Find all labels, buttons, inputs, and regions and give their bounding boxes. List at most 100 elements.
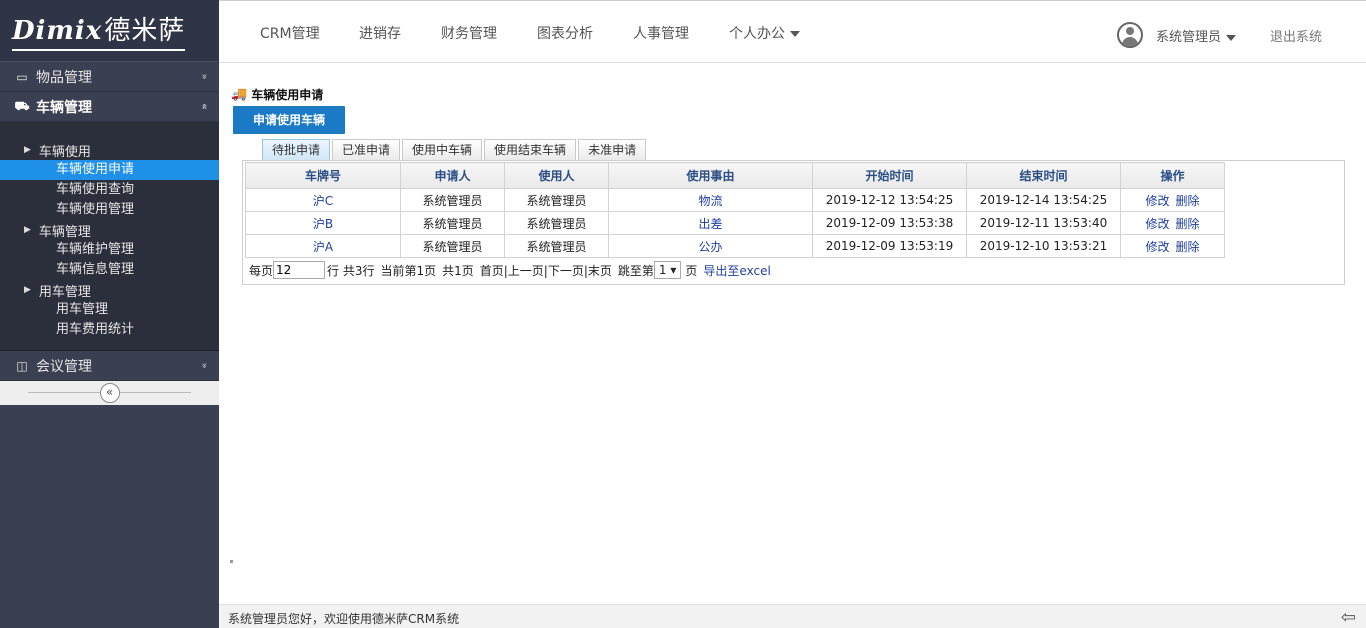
page-unit: 页 xyxy=(685,263,698,278)
menu-group-vehicles: ⛟ 车辆管理 « ▶ 车辆使用 车辆使用申请 车辆使用查询 车辆使用管理 ▶ 车… xyxy=(0,92,219,351)
nav-personal-office-label: 个人办公 xyxy=(729,26,785,42)
nav-charts[interactable]: 图表分析 xyxy=(537,23,593,43)
column-header[interactable]: 开始时间 xyxy=(812,162,967,189)
plate-cell[interactable]: 沪B xyxy=(245,211,401,235)
plate-cell[interactable]: 沪C xyxy=(245,188,401,212)
edit-link[interactable]: 修改 xyxy=(1145,240,1169,254)
menu-group-items: ▭ 物品管理 » xyxy=(0,62,219,92)
applicant-cell: 系统管理员 xyxy=(400,211,505,235)
export-excel-link[interactable]: 导出至excel xyxy=(703,262,770,279)
nav-personal-office[interactable]: 个人办公 xyxy=(729,23,800,43)
sub-head-vehicle-manage[interactable]: ▶ 车辆管理 xyxy=(0,220,219,240)
car-icon: 🚚 xyxy=(231,87,248,102)
sub-head-car-usage[interactable]: ▶ 用车管理 xyxy=(0,280,219,300)
menu-group-meetings: ◫ 会议管理 » xyxy=(0,351,219,381)
delete-link[interactable]: 删除 xyxy=(1176,194,1200,208)
reason-cell[interactable]: 出差 xyxy=(608,211,813,235)
sidebar-item-vehicle-query[interactable]: 车辆使用查询 xyxy=(0,180,219,200)
menu-head-meetings[interactable]: ◫ 会议管理 » xyxy=(0,351,219,381)
sidebar-item-vehicle-use-manage[interactable]: 车辆使用管理 xyxy=(0,200,219,220)
table-row[interactable]: 沪B 系统管理员 系统管理员 出差 2019-12-09 13:53:38 20… xyxy=(245,211,1225,235)
chevron-up-icon: « xyxy=(198,103,210,110)
tab-pending[interactable]: 待批申请 xyxy=(262,139,331,161)
menu-head-items[interactable]: ▭ 物品管理 » xyxy=(0,62,219,92)
page-nav-links[interactable]: 首页|上一页|下一页|末页 xyxy=(480,262,612,279)
column-header[interactable]: 结束时间 xyxy=(966,162,1121,189)
delete-link[interactable]: 删除 xyxy=(1176,217,1200,231)
column-header[interactable]: 操作 xyxy=(1120,162,1225,189)
top-navbar: CRM管理 进销存 财务管理 图表分析 人事管理 个人办公 系统管理员 退出系统 xyxy=(219,0,1366,63)
sidebar: Dimix德米萨 ▭ 物品管理 » ⛟ 车辆管理 « ▶ 车辆使用 车辆使用申请… xyxy=(0,0,219,628)
status-footer: 系统管理员您好，欢迎使用德米萨CRM系统 ⇦ xyxy=(219,604,1366,628)
page-title: 🚚 车辆使用申请 xyxy=(231,86,323,103)
jump-label: 跳至第 xyxy=(617,263,654,278)
sub-head-vehicle-use[interactable]: ▶ 车辆使用 xyxy=(0,140,219,160)
logout-link[interactable]: 退出系统 xyxy=(1270,26,1322,45)
start-time-cell: 2019-12-09 13:53:19 xyxy=(812,234,967,258)
per-page-input[interactable] xyxy=(273,261,326,279)
user-menu[interactable]: 系统管理员 xyxy=(1156,26,1237,45)
actions-cell: 修改 删除 xyxy=(1120,234,1225,258)
per-page-label: 每页 xyxy=(249,263,274,278)
edit-link[interactable]: 修改 xyxy=(1145,194,1169,208)
column-header[interactable]: 使用事由 xyxy=(608,162,813,189)
tab-rejected[interactable]: 未准申请 xyxy=(578,139,647,161)
logo: Dimix德米萨 xyxy=(0,0,219,62)
plate-cell[interactable]: 沪A xyxy=(245,234,401,258)
table-header-row: 车牌号 申请人 使用人 使用事由 开始时间 结束时间 操作 xyxy=(245,162,1225,189)
resize-mark xyxy=(230,560,233,563)
delete-link[interactable]: 删除 xyxy=(1176,240,1200,254)
caret-down-icon xyxy=(790,31,800,37)
menu-head-vehicles[interactable]: ⛟ 车辆管理 « xyxy=(0,92,219,122)
reason-cell[interactable]: 物流 xyxy=(608,188,813,212)
welcome-message: 系统管理员您好，欢迎使用德米萨CRM系统 xyxy=(228,612,460,626)
table-row[interactable]: 沪A 系统管理员 系统管理员 公办 2019-12-09 13:53:19 20… xyxy=(245,234,1225,258)
sidebar-item-vehicle-maintenance[interactable]: 车辆维护管理 xyxy=(0,240,219,260)
tab-finished[interactable]: 使用结束车辆 xyxy=(484,139,577,161)
sub-head-label: 用车管理 xyxy=(38,284,91,300)
user-name: 系统管理员 xyxy=(1156,30,1222,45)
table-row[interactable]: 沪C 系统管理员 系统管理员 物流 2019-12-12 13:54:25 20… xyxy=(245,188,1225,212)
applicant-cell: 系统管理员 xyxy=(400,188,505,212)
applications-table: 车牌号 申请人 使用人 使用事由 开始时间 结束时间 操作 沪C 系统管理员 系… xyxy=(245,162,1225,258)
caret-right-icon: ▶ xyxy=(24,225,31,235)
grid-panel: 车牌号 申请人 使用人 使用事由 开始时间 结束时间 操作 沪C 系统管理员 系… xyxy=(242,160,1345,285)
column-header[interactable]: 使用人 xyxy=(504,162,609,189)
page-title-text: 车辆使用申请 xyxy=(251,88,324,102)
nav-inventory[interactable]: 进销存 xyxy=(359,23,401,43)
user-cell: 系统管理员 xyxy=(504,188,609,212)
user-avatar-icon[interactable] xyxy=(1117,22,1143,48)
page-select[interactable]: 1 ▾ xyxy=(653,261,682,279)
start-time-cell: 2019-12-09 13:53:38 xyxy=(812,211,967,235)
chevron-down-icon: » xyxy=(198,362,210,369)
menu-head-label: 车辆管理 xyxy=(36,99,92,116)
sidebar-item-car-cost-stats[interactable]: 用车费用统计 xyxy=(0,320,219,340)
nav-finance[interactable]: 财务管理 xyxy=(441,23,497,43)
sidebar-item-car-usage-manage[interactable]: 用车管理 xyxy=(0,300,219,320)
menu-head-label: 会议管理 xyxy=(36,358,92,375)
user-cell: 系统管理员 xyxy=(504,234,609,258)
back-arrow-icon[interactable]: ⇦ xyxy=(1341,607,1356,628)
reason-cell[interactable]: 公办 xyxy=(608,234,813,258)
column-header[interactable]: 申请人 xyxy=(400,162,505,189)
row-count-text: 行 共3行 xyxy=(327,263,375,278)
collapse-sidebar-button[interactable]: « xyxy=(99,383,120,403)
caret-right-icon: ▶ xyxy=(24,285,31,295)
nav-crm[interactable]: CRM管理 xyxy=(260,23,320,43)
status-tabs: 待批申请 已准申请 使用中车辆 使用结束车辆 未准申请 xyxy=(262,139,648,161)
total-pages-text: 共1页 xyxy=(442,263,474,278)
logo-text: Dimix德米萨 xyxy=(12,10,186,51)
vehicles-submenu: ▶ 车辆使用 车辆使用申请 车辆使用查询 车辆使用管理 ▶ 车辆管理 车辆维护管… xyxy=(0,122,219,351)
tab-approved[interactable]: 已准申请 xyxy=(332,139,401,161)
tab-in-use[interactable]: 使用中车辆 xyxy=(402,139,483,161)
sidebar-item-vehicle-info[interactable]: 车辆信息管理 xyxy=(0,260,219,280)
pagination-bar: 每页 行 共3行 当前第1页 共1页 首页|上一页|下一页|末页 跳至第 1 ▾… xyxy=(249,261,771,279)
apply-vehicle-button[interactable]: 申请使用车辆 xyxy=(233,106,345,134)
edit-link[interactable]: 修改 xyxy=(1145,217,1169,231)
column-header[interactable]: 车牌号 xyxy=(245,162,401,189)
nav-hr[interactable]: 人事管理 xyxy=(633,23,689,43)
main-content: 🚚 车辆使用申请 申请使用车辆 待批申请 已准申请 使用中车辆 使用结束车辆 未… xyxy=(219,64,1366,604)
sidebar-item-vehicle-apply[interactable]: 车辆使用申请 xyxy=(0,160,219,180)
end-time-cell: 2019-12-14 13:54:25 xyxy=(966,188,1121,212)
caret-right-icon: ▶ xyxy=(24,145,31,155)
